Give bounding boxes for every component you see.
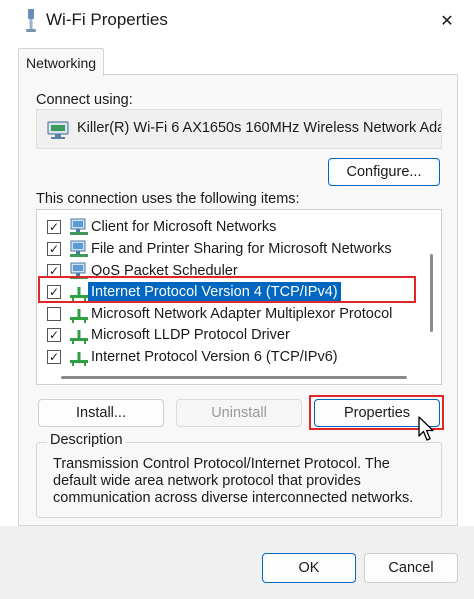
- close-icon: ✕: [440, 10, 454, 30]
- network-adapter-icon: [47, 121, 69, 139]
- list-item[interactable]: ✓ Microsoft LLDP Protocol Driver: [37, 325, 417, 346]
- item-label: QoS Packet Scheduler: [91, 263, 238, 279]
- window-title: Wi-Fi Properties: [46, 10, 168, 29]
- dialog-footer: OK Cancel: [0, 526, 474, 599]
- list-item[interactable]: ✓ Internet Protocol Version 4 (TCP/IPv4): [37, 282, 417, 303]
- wifi-adapter-icon: [26, 9, 36, 32]
- configure-button[interactable]: Configure...: [328, 158, 440, 186]
- vertical-scrollbar[interactable]: [430, 254, 433, 332]
- item-label: Client for Microsoft Networks: [91, 219, 277, 235]
- protocol-icon: [70, 352, 88, 366]
- list-item[interactable]: ✓ Internet Protocol Version 6 (TCP/IPv6): [37, 347, 417, 368]
- title-bar: Wi-Fi Properties ✕: [0, 0, 474, 42]
- description-group: Description Transmission Control Protoco…: [36, 432, 442, 518]
- horizontal-scrollbar[interactable]: [61, 376, 407, 379]
- tab-label: Networking: [25, 54, 97, 71]
- check-mark-icon: ✓: [48, 264, 60, 278]
- list-item[interactable]: Microsoft Network Adapter Multiplexor Pr…: [37, 304, 417, 325]
- item-label: Microsoft LLDP Protocol Driver: [91, 327, 290, 343]
- check-mark-icon: ✓: [48, 242, 60, 256]
- item-checkbox[interactable]: ✓: [47, 220, 61, 234]
- mouse-cursor-icon: [418, 416, 434, 441]
- check-mark-icon: ✓: [48, 220, 60, 234]
- adapter-name: Killer(R) Wi-Fi 6 AX1650s 160MHz Wireles…: [77, 120, 442, 136]
- components-list[interactable]: ✓ Client for Microsoft Networks ✓ File and …: [36, 209, 442, 385]
- adapter-field: Killer(R) Wi-Fi 6 AX1650s 160MHz Wireles…: [36, 109, 442, 149]
- network-client-icon: [70, 218, 88, 235]
- description-text: Transmission Control Protocol/Internet P…: [53, 456, 414, 506]
- item-checkbox[interactable]: ✓: [47, 285, 61, 299]
- network-client-icon: [70, 240, 88, 257]
- item-checkbox[interactable]: [47, 307, 61, 321]
- check-mark-icon: ✓: [48, 350, 60, 364]
- item-checkbox[interactable]: ✓: [47, 328, 61, 342]
- item-label: File and Printer Sharing for Microsoft N…: [91, 241, 392, 257]
- cancel-button[interactable]: Cancel: [364, 553, 458, 583]
- protocol-icon: [70, 287, 88, 301]
- items-label: This connection uses the following items…: [36, 191, 300, 207]
- list-item[interactable]: ✓ QoS Packet Scheduler: [37, 261, 417, 282]
- list-item[interactable]: ✓ File and Printer Sharing for Microsoft …: [37, 239, 417, 260]
- item-label: Internet Protocol Version 4 (TCP/IPv4): [88, 282, 341, 303]
- install-button[interactable]: Install...: [38, 399, 164, 427]
- network-client-icon: [70, 262, 88, 279]
- list-item[interactable]: ✓ Client for Microsoft Networks: [37, 217, 417, 238]
- item-checkbox[interactable]: ✓: [47, 264, 61, 278]
- connect-using-label: Connect using:: [36, 92, 133, 108]
- check-mark-icon: ✓: [48, 328, 60, 342]
- check-mark-icon: ✓: [48, 285, 60, 299]
- uninstall-button: Uninstall: [176, 399, 302, 427]
- item-label: Internet Protocol Version 6 (TCP/IPv6): [91, 349, 338, 365]
- close-button[interactable]: ✕: [424, 2, 470, 38]
- protocol-icon: [70, 309, 88, 323]
- item-label: Microsoft Network Adapter Multiplexor Pr…: [91, 306, 393, 322]
- tab-networking[interactable]: Networking: [18, 48, 104, 76]
- protocol-icon: [70, 330, 88, 344]
- description-legend: Description: [47, 432, 126, 448]
- ok-button[interactable]: OK: [262, 553, 356, 583]
- item-checkbox[interactable]: ✓: [47, 242, 61, 256]
- networking-panel: Connect using: Killer(R) Wi-Fi 6 AX1650s…: [18, 74, 458, 526]
- item-checkbox[interactable]: ✓: [47, 350, 61, 364]
- tab-strip: Networking: [0, 42, 474, 76]
